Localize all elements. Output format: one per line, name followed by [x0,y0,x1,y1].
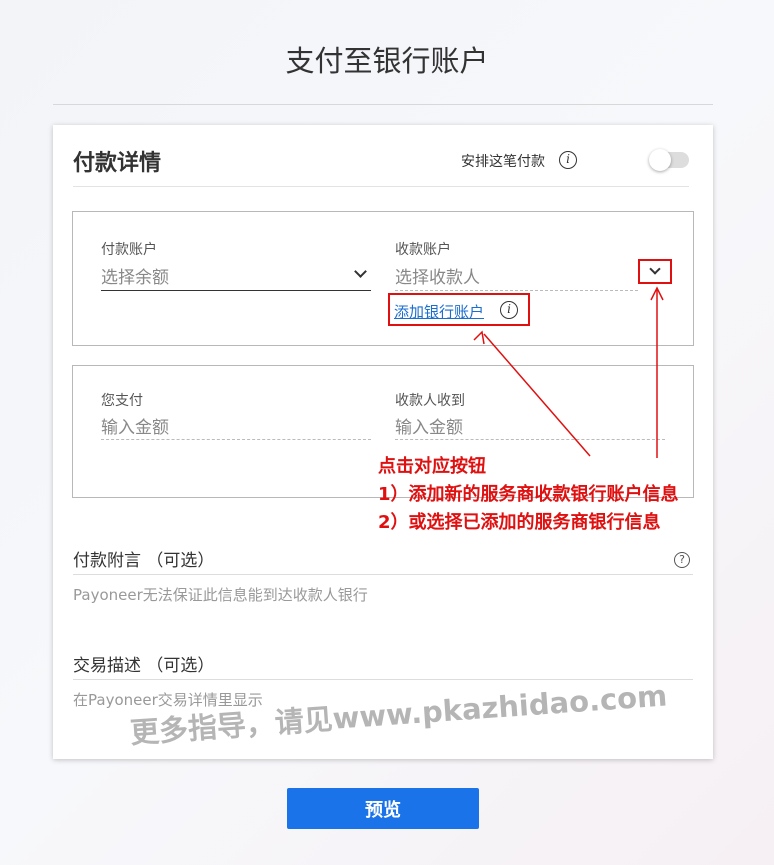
schedule-info-icon[interactable]: i [559,151,577,169]
schedule-label: 安排这笔付款 [461,154,545,170]
preview-button[interactable]: 预览 [287,788,479,829]
payment-account-underline [101,290,371,291]
recipient-gets-underline [395,439,665,440]
payment-note-hint: Payoneer无法保证此信息能到达收款人银行 [73,586,368,604]
toggle-knob [649,149,671,171]
schedule-toggle[interactable] [649,149,689,171]
annotation-line-3: 2）或选择已添加的服务商银行信息 [378,512,661,533]
recipient-account-select[interactable]: 选择收款人 [395,263,480,288]
payment-note-label: 付款附言 （可选） [73,551,215,571]
page-title: 支付至银行账户 [285,44,489,78]
recipient-gets-label: 收款人收到 [395,393,465,409]
recipient-account-label: 收款账户 [395,242,451,258]
annotation-line-2: 1）添加新的服务商收款银行账户信息 [378,484,679,505]
add-bank-info-icon[interactable]: i [500,301,518,319]
question-icon[interactable]: ? [674,552,690,568]
add-bank-account-link[interactable]: 添加银行账户 [394,301,484,322]
payment-details-card: 付款详情 安排这笔付款 i 付款账户 选择余额 收款账户 选择收款人 添加银行账… [53,125,713,759]
recipient-account-underline [395,290,638,291]
you-pay-underline [101,439,371,440]
you-pay-label: 您支付 [101,393,143,409]
annotation-line-1: 点击对应按钮 [378,456,486,477]
description-label: 交易描述 （可选） [73,656,215,676]
payment-account-label: 付款账户 [101,242,157,258]
recipient-gets-input[interactable]: 输入金额 [395,413,463,438]
card-title: 付款详情 [73,151,162,176]
payment-account-select[interactable]: 选择余额 [101,263,169,288]
payment-note-input[interactable] [73,574,693,575]
you-pay-input[interactable]: 输入金额 [101,413,169,438]
header-divider [73,186,689,187]
title-divider [53,104,713,105]
